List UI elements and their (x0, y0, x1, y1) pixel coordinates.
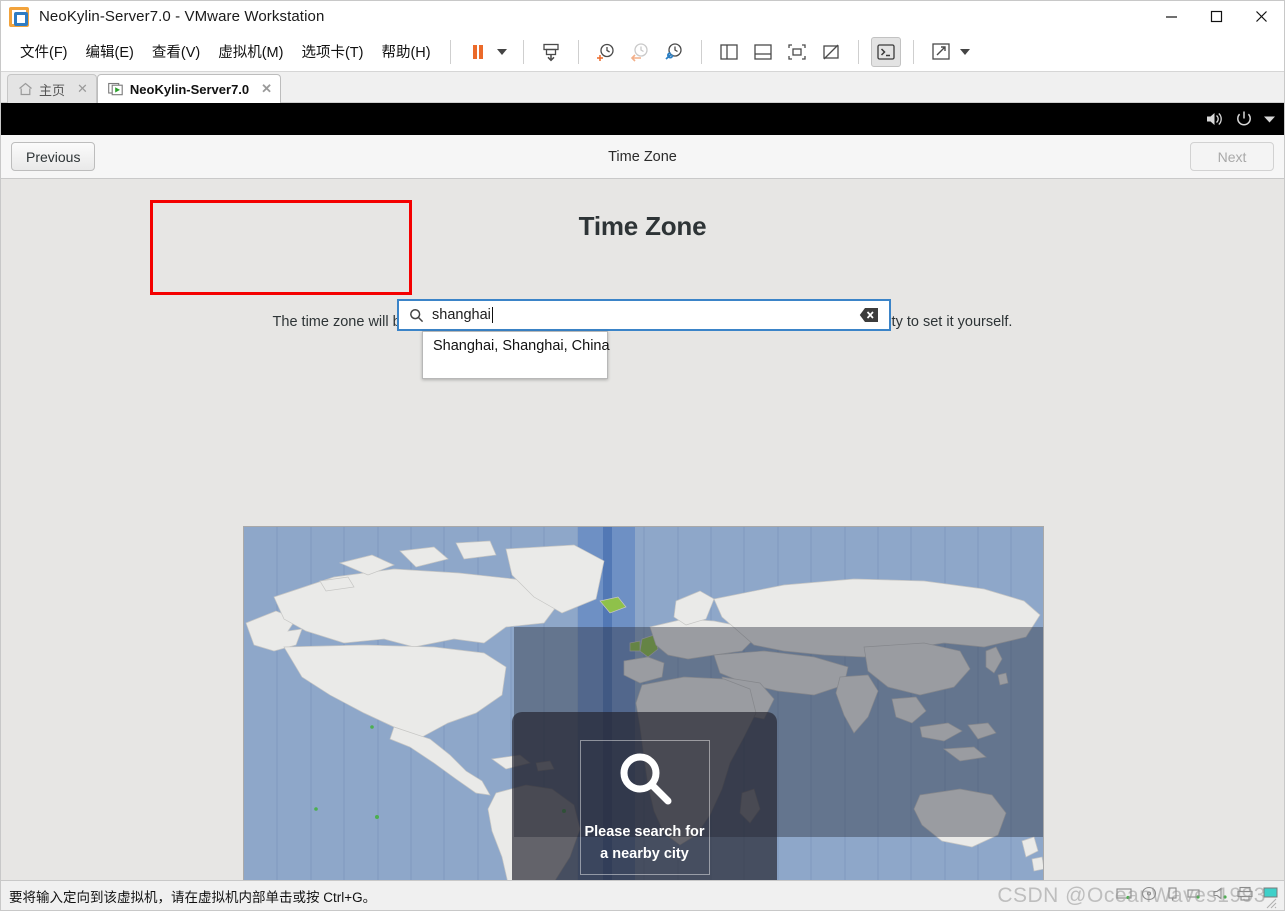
status-printer-icon[interactable] (1237, 886, 1255, 906)
suggestion-shanghai[interactable]: Shanghai, Shanghai, China (423, 336, 610, 356)
guest-screen[interactable]: Previous Time Zone Next Time Zone The ti… (1, 103, 1284, 880)
menu-bar: 文件(F) 编辑(E) 查看(V) 虚拟机(M) 选项卡(T) 帮助(H) (1, 32, 1284, 72)
clear-icon[interactable] (859, 307, 879, 323)
status-message: 要将输入定向到该虚拟机，请在虚拟机内部单击或按 Ctrl+G。 (9, 889, 377, 905)
status-cd-icon[interactable] (1141, 886, 1159, 906)
vmware-logo-icon (9, 6, 29, 27)
toolbar-power-group (461, 37, 513, 67)
close-button[interactable] (1239, 1, 1284, 32)
timezone-map[interactable]: Please search for a nearby city (243, 526, 1044, 880)
window-title: NeoKylin-Server7.0 - VMware Workstation (39, 8, 325, 25)
tab-home-label: 主页 (39, 82, 66, 98)
minimize-button[interactable] (1149, 1, 1194, 32)
toolbar-separator (857, 39, 859, 64)
map-overlay-inner: Please search for a nearby city (579, 739, 710, 875)
send-keys-icon[interactable] (536, 37, 566, 67)
toolbar-separator (522, 39, 524, 64)
search-suggestions: Shanghai, Shanghai, China (422, 331, 610, 379)
snapshot-add-icon[interactable] (591, 37, 621, 67)
home-icon (18, 82, 33, 96)
toolbar-separator (577, 39, 579, 64)
vm-running-icon (108, 82, 124, 96)
fullscreen-dropdown-chevron-down-icon[interactable] (959, 48, 970, 55)
fullscreen-icon[interactable] (926, 37, 956, 67)
status-usb-icon[interactable] (1166, 886, 1180, 906)
previous-button[interactable]: Previous (11, 142, 96, 171)
map-overlay-line1: Please search for (584, 824, 705, 841)
status-device-icons (1116, 881, 1280, 911)
fit-window-off-icon[interactable] (816, 37, 846, 67)
vmware-workstation-window: NeoKylin-Server7.0 - VMware Workstation … (0, 0, 1285, 911)
installer-body: Time Zone The time zone will be set auto… (1, 179, 1284, 880)
panel-bottom-icon[interactable] (748, 37, 778, 67)
map-overlay-text: Please search for a nearby city (584, 822, 704, 864)
panel-left-icon[interactable] (714, 37, 744, 67)
status-hdd-icon[interactable] (1116, 886, 1134, 906)
title-bar: NeoKylin-Server7.0 - VMware Workstation (1, 1, 1284, 32)
tab-strip: 主页 ✕ NeoKylin-Server7.0 ✕ (1, 72, 1284, 103)
power-dropdown-chevron-down-icon[interactable] (496, 48, 507, 55)
tab-home-close-icon[interactable]: ✕ (77, 81, 88, 97)
system-menu-chevron-down-icon[interactable] (1263, 114, 1276, 124)
toolbar-separator (449, 39, 451, 64)
tab-neokylin[interactable]: NeoKylin-Server7.0 ✕ (96, 74, 282, 103)
menu-file[interactable]: 文件(F) (11, 37, 77, 66)
resize-grip-icon[interactable] (1263, 895, 1277, 909)
map-overlay-line2: a nearby city (600, 845, 689, 862)
status-bar: 要将输入定向到该虚拟机，请在虚拟机内部单击或按 Ctrl+G。 CSDN @Oc… (1, 880, 1284, 910)
menu-tabs[interactable]: 选项卡(T) (292, 37, 372, 66)
power-icon[interactable] (1235, 110, 1253, 128)
volume-icon[interactable] (1205, 110, 1225, 128)
tab-neokylin-close-icon[interactable]: ✕ (261, 81, 272, 97)
suspend-button[interactable] (463, 37, 493, 67)
snapshot-manager-icon[interactable] (659, 37, 689, 67)
tab-home[interactable]: 主页 ✕ (7, 74, 97, 103)
map-search-overlay: Please search for a nearby city (512, 712, 777, 880)
page-title: Time Zone (578, 211, 707, 241)
search-input-value: shanghai (432, 307, 491, 323)
installer-header: Previous Time Zone Next (1, 135, 1284, 179)
next-button[interactable]: Next (1190, 142, 1274, 171)
text-caret (491, 307, 493, 323)
installer-header-title: Time Zone (608, 148, 677, 165)
menu-view[interactable]: 查看(V) (143, 37, 209, 66)
maximize-button[interactable] (1194, 1, 1239, 32)
status-network-icon[interactable] (1187, 886, 1205, 906)
gnome-top-bar (1, 103, 1284, 135)
terminal-icon[interactable] (870, 36, 901, 67)
toolbar-separator (912, 39, 914, 64)
window-controls (1149, 1, 1284, 32)
menu-vm[interactable]: 虚拟机(M) (209, 37, 292, 66)
search-input[interactable]: shanghai (397, 299, 891, 331)
fit-window-icon[interactable] (782, 37, 812, 67)
toolbar-separator (700, 39, 702, 64)
menu-edit[interactable]: 编辑(E) (77, 37, 143, 66)
tab-neokylin-label: NeoKylin-Server7.0 (129, 81, 250, 97)
magnifier-icon (614, 749, 676, 816)
timezone-search-row: shanghai (397, 299, 891, 331)
menu-help[interactable]: 帮助(H) (372, 37, 439, 66)
snapshot-revert-icon[interactable] (625, 37, 655, 67)
status-sound-icon[interactable] (1212, 886, 1230, 906)
search-icon (409, 308, 424, 323)
